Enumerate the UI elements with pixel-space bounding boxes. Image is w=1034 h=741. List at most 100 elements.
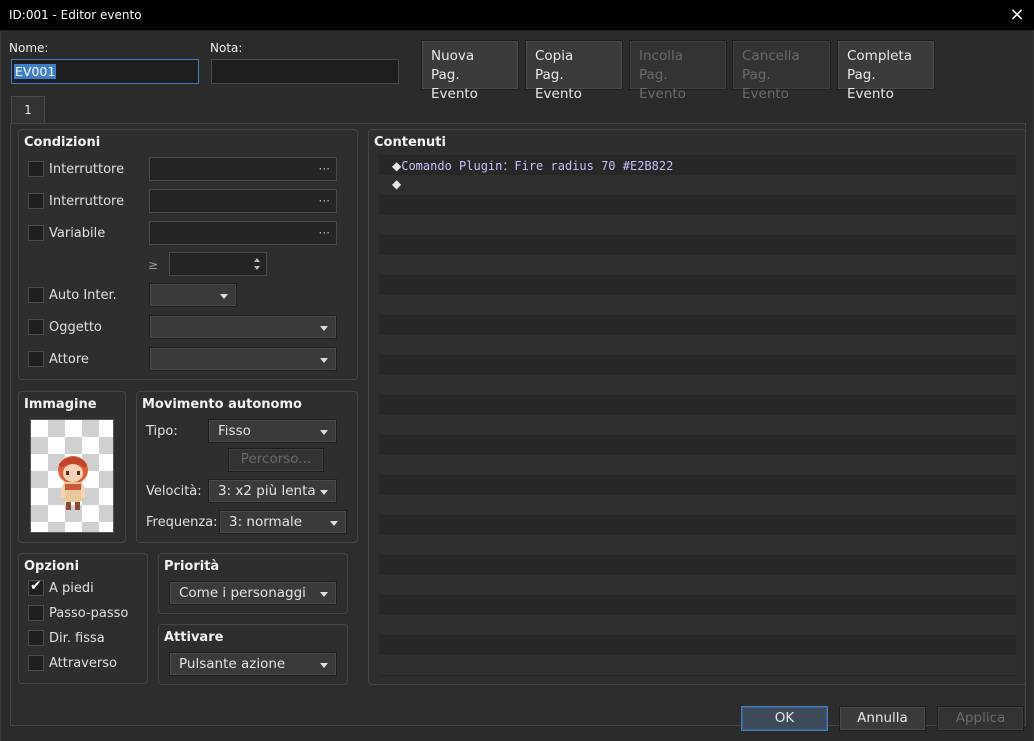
chevron-down-icon bbox=[320, 663, 328, 668]
image-title: Immagine bbox=[24, 397, 97, 412]
trigger-select[interactable]: Pulsante azione bbox=[169, 652, 337, 676]
actor-checkbox[interactable] bbox=[28, 351, 44, 367]
list-row-stripe bbox=[379, 375, 1016, 395]
list-row-stripe bbox=[379, 555, 1016, 575]
tab-page-1-label: 1 bbox=[24, 103, 32, 117]
chevron-down-icon bbox=[320, 326, 328, 331]
new-page-button-line1: Nuova bbox=[431, 48, 475, 64]
through-label: Attraverso bbox=[49, 656, 117, 671]
walking-checkbox[interactable]: ✔ bbox=[28, 578, 44, 596]
list-row-stripe bbox=[379, 655, 1016, 675]
list-row-stripe bbox=[379, 635, 1016, 655]
move-type-select[interactable]: Fisso bbox=[208, 419, 337, 443]
priority-select[interactable]: Come i personaggi bbox=[169, 581, 337, 605]
copy-page-button-line2: Pag. Evento bbox=[535, 67, 582, 102]
actor-select[interactable] bbox=[149, 347, 337, 371]
chevron-down-icon bbox=[320, 592, 328, 597]
clear-page-button-line2: Pag. Evento bbox=[847, 67, 894, 102]
chevron-down-icon bbox=[320, 358, 328, 363]
switch1-field[interactable]: ··· bbox=[149, 157, 337, 181]
spinner-down-icon[interactable] bbox=[254, 266, 260, 270]
list-row-stripe bbox=[379, 235, 1016, 255]
chevron-down-icon bbox=[320, 430, 328, 435]
move-type-label: Tipo: bbox=[146, 424, 178, 439]
apply-button[interactable]: Applica bbox=[937, 706, 1024, 731]
event-command-list[interactable]: ◆Comando Plugin：Fire radius 70 #E2B822 ◆ bbox=[379, 155, 1016, 676]
conditions-title: Condizioni bbox=[24, 135, 101, 150]
window-title: ID:001 - Editor evento bbox=[9, 8, 142, 22]
walking-label: A piedi bbox=[49, 581, 94, 596]
new-page-button[interactable]: Nuova Pag. Evento bbox=[421, 40, 519, 102]
self-switch-label: Auto Inter. bbox=[49, 288, 117, 303]
frequency-value: 3: normale bbox=[229, 514, 303, 530]
switch1-label: Interruttore bbox=[49, 162, 125, 177]
list-row-stripe bbox=[379, 615, 1016, 635]
switch2-browse-icon[interactable]: ··· bbox=[319, 194, 330, 208]
route-button-label: Percorso... bbox=[240, 451, 312, 467]
self-switch-checkbox[interactable] bbox=[28, 287, 44, 303]
switch2-label: Interruttore bbox=[49, 194, 125, 209]
ok-button-label: OK bbox=[774, 710, 795, 726]
command-bullet-icon: ◆ bbox=[392, 177, 402, 191]
item-select[interactable] bbox=[149, 315, 337, 339]
chevron-down-icon bbox=[320, 490, 328, 495]
item-checkbox[interactable] bbox=[28, 319, 44, 335]
list-row-stripe bbox=[379, 475, 1016, 495]
self-switch-select[interactable] bbox=[149, 283, 237, 307]
cancel-button[interactable]: Annulla bbox=[839, 706, 926, 731]
list-row-stripe bbox=[379, 295, 1016, 315]
through-checkbox[interactable] bbox=[28, 655, 44, 671]
name-input[interactable]: EV001 bbox=[11, 59, 199, 84]
note-input[interactable] bbox=[211, 59, 399, 84]
apply-button-label: Applica bbox=[955, 710, 1006, 726]
checkmark-icon: ✔ bbox=[30, 578, 42, 594]
character-image[interactable] bbox=[30, 419, 114, 533]
variable-label: Variabile bbox=[49, 226, 106, 241]
switch2-field[interactable]: ··· bbox=[149, 189, 337, 213]
cancel-button-label: Annulla bbox=[857, 710, 908, 726]
variable-field[interactable]: ··· bbox=[149, 221, 337, 245]
speed-value: 3: x2 più lenta bbox=[218, 483, 316, 499]
variable-value-spinner[interactable] bbox=[169, 252, 267, 276]
spinner-up-icon[interactable] bbox=[254, 258, 260, 262]
list-row-stripe bbox=[379, 575, 1016, 595]
variable-browse-icon[interactable]: ··· bbox=[319, 226, 330, 240]
clear-page-button[interactable]: Completa Pag. Evento bbox=[837, 40, 935, 102]
delete-page-button-line2: Pag. Evento bbox=[742, 67, 789, 102]
direction-fix-label: Dir. fissa bbox=[49, 631, 105, 646]
command-line-1[interactable]: ◆Comando Plugin：Fire radius 70 #E2B822 bbox=[392, 157, 673, 174]
name-label: Nome: bbox=[9, 41, 49, 55]
list-row-stripe bbox=[379, 335, 1016, 355]
list-row-stripe bbox=[379, 215, 1016, 235]
stepping-label: Passo-passo bbox=[49, 606, 129, 621]
list-row-stripe bbox=[379, 675, 1016, 676]
ok-button[interactable]: OK bbox=[741, 706, 828, 731]
switch1-browse-icon[interactable]: ··· bbox=[319, 162, 330, 176]
copy-page-button[interactable]: Copia Pag. Evento bbox=[525, 40, 623, 102]
command-line-2[interactable]: ◆ bbox=[392, 177, 401, 192]
close-icon[interactable]: × bbox=[1004, 3, 1030, 27]
chevron-down-icon bbox=[330, 521, 338, 526]
speed-select[interactable]: 3: x2 più lenta bbox=[208, 479, 337, 503]
list-row-stripe bbox=[379, 435, 1016, 455]
switch1-checkbox[interactable] bbox=[28, 161, 44, 177]
stepping-checkbox[interactable] bbox=[28, 605, 44, 621]
delete-page-button[interactable]: Cancella Pag. Evento bbox=[732, 40, 831, 102]
new-page-button-line2: Pag. Evento bbox=[431, 67, 478, 102]
variable-checkbox[interactable] bbox=[28, 225, 44, 241]
route-button[interactable]: Percorso... bbox=[228, 448, 324, 472]
tab-page-1[interactable]: 1 bbox=[11, 96, 45, 124]
clear-page-button-line1: Completa bbox=[847, 48, 913, 64]
autonomous-movement-title: Movimento autonomo bbox=[142, 397, 302, 412]
list-row-stripe bbox=[379, 355, 1016, 375]
list-row-stripe bbox=[379, 315, 1016, 335]
list-row-stripe bbox=[379, 275, 1016, 295]
paste-page-button[interactable]: Incolla Pag. Evento bbox=[629, 40, 727, 102]
list-row-stripe bbox=[379, 395, 1016, 415]
direction-fix-checkbox[interactable] bbox=[28, 630, 44, 646]
list-row-stripe bbox=[379, 415, 1016, 435]
list-row-stripe bbox=[379, 255, 1016, 275]
frequency-select[interactable]: 3: normale bbox=[219, 510, 347, 534]
contents-title: Contenuti bbox=[374, 135, 446, 150]
switch2-checkbox[interactable] bbox=[28, 193, 44, 209]
